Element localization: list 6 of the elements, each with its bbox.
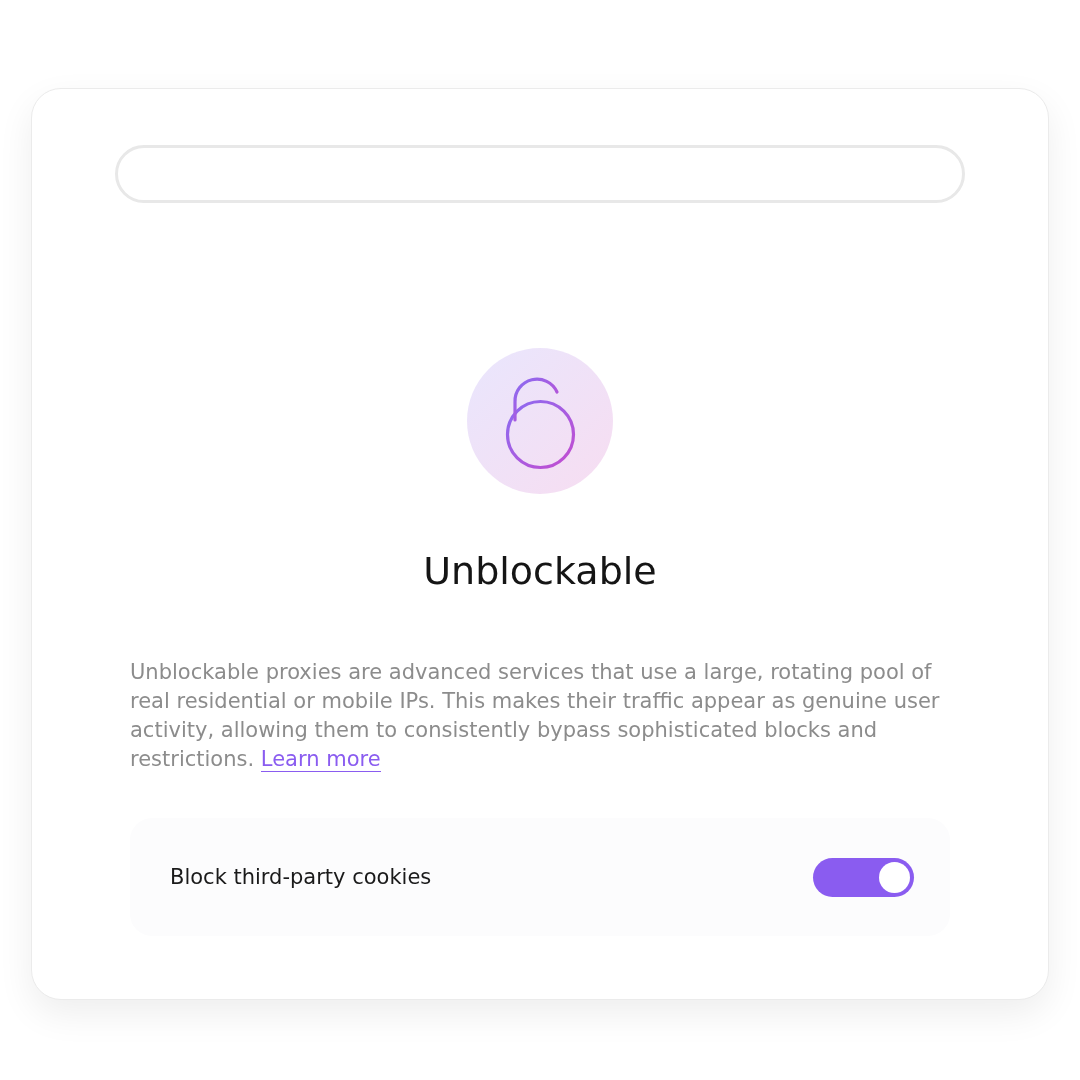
feature-title: Unblockable [423,548,657,594]
learn-more-link[interactable]: Learn more [260,747,381,772]
toggle-switch[interactable] [813,857,914,897]
unlocked-padlock-icon [467,348,613,494]
feature-description: Unblockable proxies are advanced services that use a large, rotating pool of real residential or mobile IPs. This makes their traffic appear as genuine user activity, allowing them to consistently bypass sophisticated blocks and restrictions. Learn more [130,659,941,774]
setting-label: Block third-party cookies [170,865,432,889]
